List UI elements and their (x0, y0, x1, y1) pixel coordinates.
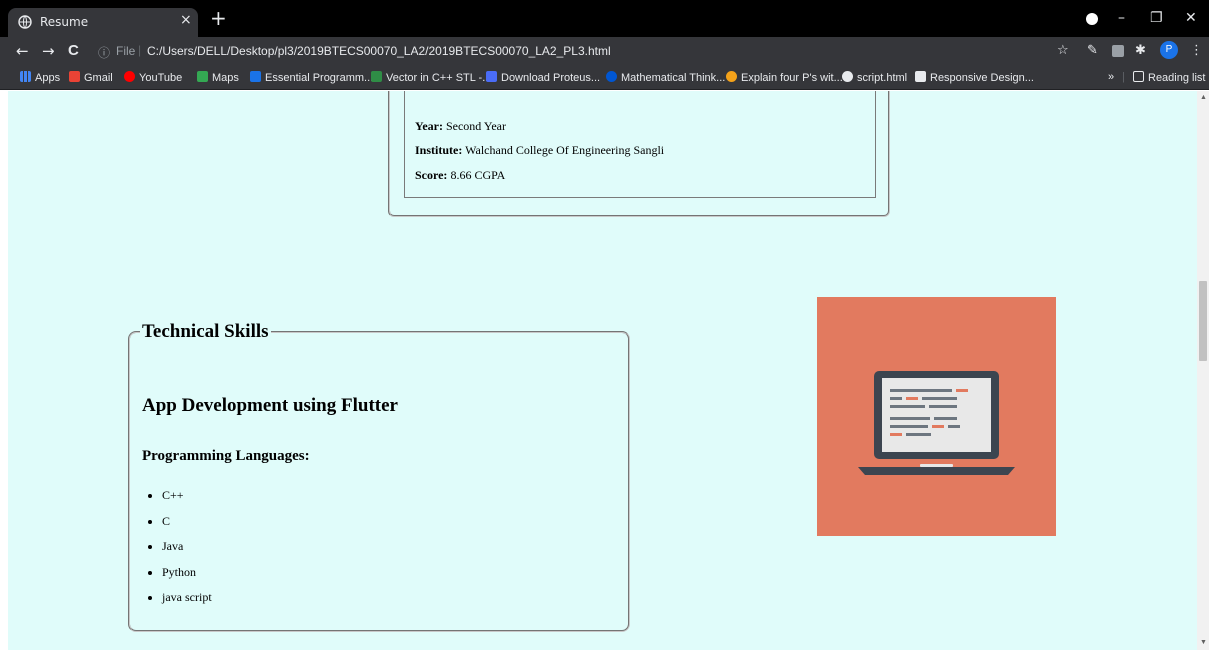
bookmark-mathematical-thinking[interactable]: Mathematical Think... (606, 71, 725, 84)
menu-kebab-icon[interactable]: ⋮ (1190, 43, 1203, 58)
bookmark-label: Responsive Design... (930, 72, 1034, 84)
back-button[interactable]: ← (16, 42, 29, 60)
languages-subheading: Programming Languages: (142, 448, 310, 464)
bookmark-download-proteus[interactable]: Download Proteus... (486, 71, 600, 84)
bookmark-label: YouTube (139, 72, 183, 84)
list-item: C++ (162, 488, 212, 514)
bookmark-label: Gmail (84, 72, 113, 84)
globe-icon (18, 15, 32, 29)
close-window-button[interactable]: ✕ (1185, 10, 1197, 26)
bookmark-label: Explain four P's wit... (741, 72, 843, 84)
bookmark-script-html[interactable]: script.html (842, 71, 907, 84)
profile-indicator-icon[interactable] (1086, 13, 1098, 25)
list-item: C (162, 514, 212, 540)
scrollbar-thumb[interactable] (1199, 281, 1207, 361)
reading-list-label: Reading list (1148, 72, 1206, 84)
tab-resume[interactable]: Resume × (8, 8, 198, 37)
year-value: Second Year (445, 119, 506, 133)
tab-title: Resume (40, 15, 89, 29)
institute-label: Institute: (415, 143, 463, 157)
coursera-icon (606, 71, 617, 82)
page-scrollbar[interactable]: ▲ ▼ (1197, 91, 1209, 650)
score-value: 8.66 CGPA (450, 168, 506, 182)
minimize-button[interactable]: – (1118, 10, 1125, 26)
score-label: Score: (415, 168, 448, 182)
languages-list: C++ C Java Python java script (162, 488, 212, 616)
education-institute: Institute: Walchand College Of Engineeri… (415, 143, 664, 158)
education-year: Year: Second Year (415, 119, 506, 134)
education-fieldset: Year: Second Year Institute: Walchand Co… (388, 91, 890, 217)
bookmark-label: Mathematical Think... (621, 72, 726, 84)
list-item: Python (162, 565, 212, 591)
pen-extension-icon[interactable]: ✎ (1087, 43, 1098, 58)
technical-skills-legend: Technical Skills (140, 321, 271, 343)
reload-button[interactable]: C (68, 42, 79, 59)
scroll-down-arrow-icon[interactable]: ▼ (1200, 639, 1207, 646)
bookmark-youtube[interactable]: YouTube (124, 71, 182, 84)
bookmarks-divider: | (1122, 71, 1125, 83)
bookmark-label: Essential Programm... (265, 72, 374, 84)
address-separator: | (138, 43, 142, 57)
laptop-code-illustration (817, 297, 1056, 536)
restore-button[interactable]: ❐ (1150, 10, 1163, 26)
apps-grid-icon (20, 71, 31, 82)
education-score: Score: 8.66 CGPA (415, 168, 505, 183)
bookmark-label: script.html (857, 72, 908, 84)
technical-skills-fieldset: Technical Skills App Development using F… (128, 321, 630, 632)
forward-button[interactable]: → (42, 42, 55, 60)
youtube-icon (124, 71, 135, 82)
maps-icon (197, 71, 208, 82)
url-text[interactable]: C:/Users/DELL/Desktop/pl3/2019BTECS00070… (147, 44, 611, 58)
new-tab-button[interactable]: + (210, 8, 227, 28)
scheme-label: File (116, 44, 136, 58)
bookmark-vector-stl[interactable]: Vector in C++ STL -... (371, 71, 491, 84)
scroll-up-arrow-icon[interactable]: ▲ (1200, 94, 1207, 101)
institute-value: Walchand College Of Engineering Sangli (465, 143, 665, 157)
site-info-icon[interactable]: ⓘ (98, 44, 110, 61)
pb-icon (250, 71, 261, 82)
proteus-icon (486, 71, 497, 82)
page-viewport[interactable]: Year: Second Year Institute: Walchand Co… (8, 91, 1197, 650)
bookmark-star-icon[interactable]: ☆ (1057, 43, 1069, 58)
bookmark-label: Vector in C++ STL -... (386, 72, 492, 84)
title-bar: Resume × + – ❐ ✕ (0, 0, 1209, 37)
skills-heading: App Development using Flutter (142, 395, 398, 416)
list-item: java script (162, 590, 212, 616)
bookmark-apps[interactable]: Apps (20, 71, 60, 84)
bookmark-label: Apps (35, 72, 61, 84)
year-label: Year: (415, 119, 443, 133)
profile-avatar[interactable]: P (1160, 41, 1178, 59)
puzzle-extensions-icon[interactable]: ✱ (1135, 43, 1146, 58)
bookmark-explain-four-ps[interactable]: Explain four P's wit... (726, 71, 843, 84)
question-icon (726, 71, 737, 82)
bookmark-maps[interactable]: Maps (197, 71, 239, 84)
bookmarks-bar: Apps Gmail YouTube Maps Essential Progra… (0, 66, 1209, 90)
list-item: Java (162, 539, 212, 565)
education-inner-box: Year: Second Year Institute: Walchand Co… (404, 91, 876, 198)
bookmark-responsive-design[interactable]: Responsive Design... (915, 71, 1034, 84)
gfg-icon (371, 71, 382, 82)
reading-list-button[interactable]: Reading list (1133, 71, 1205, 84)
bookmark-label: Download Proteus... (501, 72, 601, 84)
bookmark-gmail[interactable]: Gmail (69, 71, 113, 84)
bookmark-label: Maps (212, 72, 239, 84)
gmail-icon (69, 71, 80, 82)
extension-icon[interactable] (1112, 45, 1124, 57)
reading-list-icon (1133, 71, 1144, 82)
more-bookmarks-button[interactable]: » (1108, 71, 1114, 83)
address-bar[interactable]: ⓘ File | C:/Users/DELL/Desktop/pl3/2019B… (90, 40, 1090, 63)
tab-close-icon[interactable]: × (180, 12, 192, 28)
responsive-icon (915, 71, 926, 82)
browser-toolbar: ← → C ⓘ File | C:/Users/DELL/Desktop/pl3… (0, 37, 1209, 66)
bookmark-essential-programming[interactable]: Essential Programm... (250, 71, 373, 84)
globe-icon (842, 71, 853, 82)
